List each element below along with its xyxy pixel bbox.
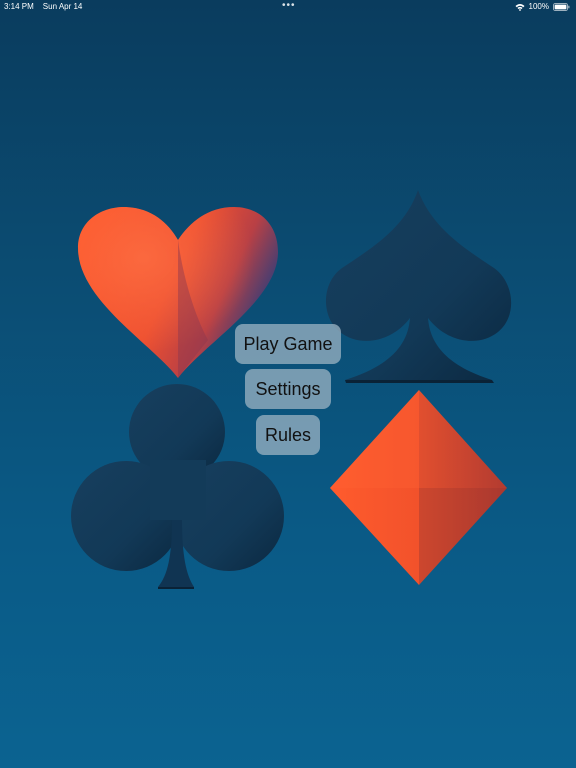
club-icon <box>71 384 284 589</box>
diamond-icon <box>330 390 507 585</box>
spade-icon <box>325 190 512 383</box>
play-game-button[interactable]: Play Game <box>235 324 341 364</box>
settings-button[interactable]: Settings <box>245 369 331 409</box>
rules-button[interactable]: Rules <box>256 415 320 455</box>
